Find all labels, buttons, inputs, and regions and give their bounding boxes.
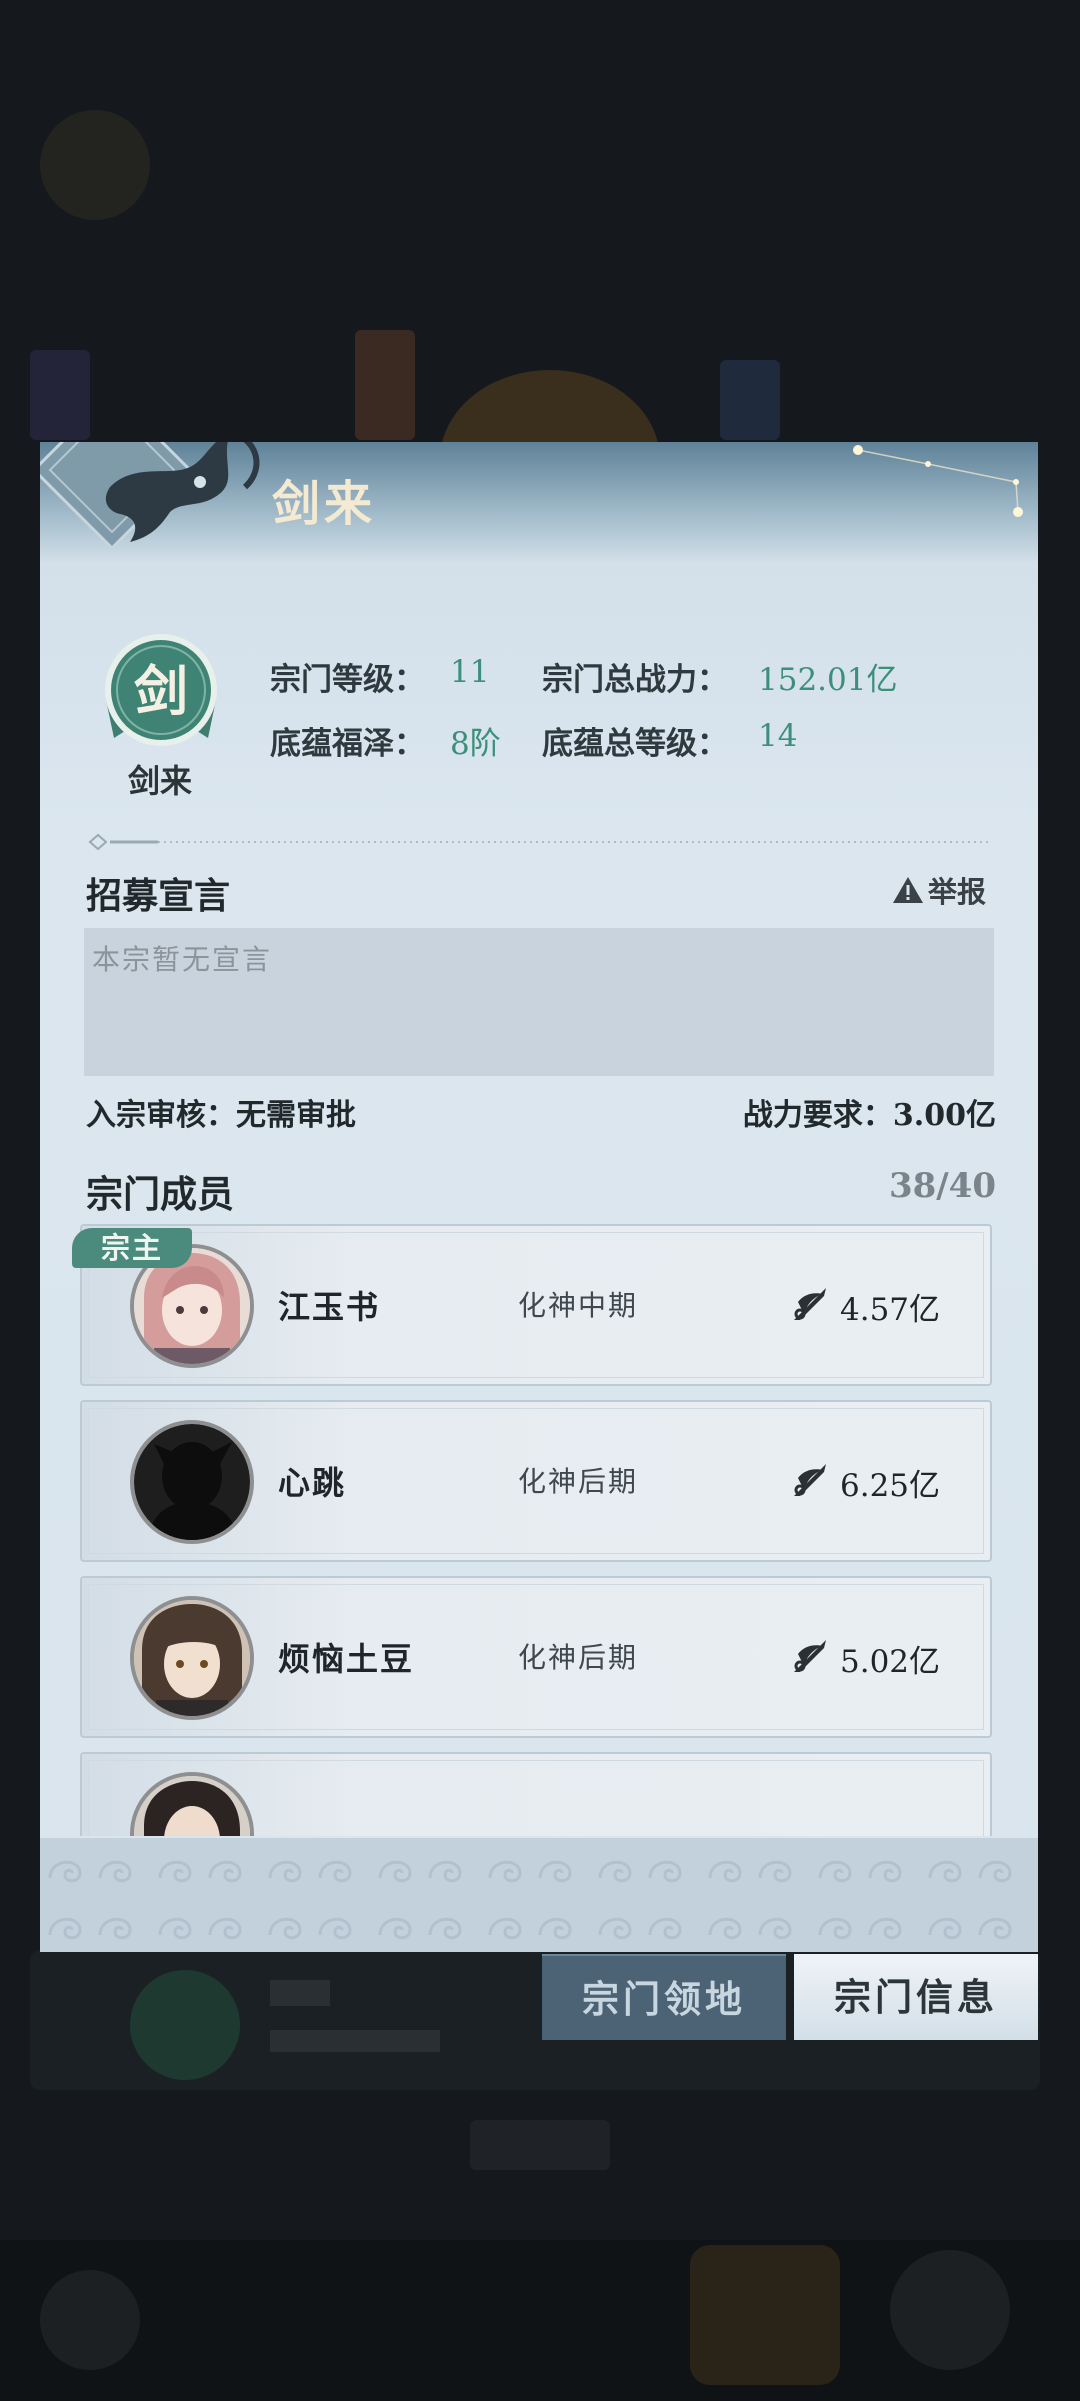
declaration-text: 本宗暂无宣言 — [92, 943, 273, 976]
member-power: 4.57亿 — [840, 1292, 941, 1328]
constellation-decoration — [853, 445, 1023, 517]
heritage-total-value: 14 — [758, 718, 798, 754]
heritage-value: 8阶 — [450, 726, 501, 762]
heritage-label: 底蕴福泽： — [270, 726, 425, 762]
bg-page-title — [40, 110, 300, 220]
sect-badge-char: 剑 — [134, 659, 188, 723]
level-value: 11 — [450, 654, 490, 690]
member-row[interactable]: 心跳 化神后期 6.25亿 — [80, 1400, 992, 1562]
sect-badge-name: 剑来 — [127, 762, 192, 800]
member-name: 心跳 — [278, 1464, 347, 1502]
sect-info-panel: 剑来 剑 剑来 宗门等级： 11 宗门总战力： 152.01亿 底蕴福泽： 8阶… — [40, 442, 1038, 1952]
member-row[interactable]: 江玉书 化神中期 4.57亿 — [80, 1224, 992, 1386]
review-requirement: 入宗审核：无需审批 — [86, 1098, 356, 1133]
power-requirement: 战力要求：3.00亿 — [742, 1098, 996, 1133]
combat-power-icon — [794, 1288, 826, 1320]
recruit-title: 招募宣言 — [86, 875, 231, 917]
panel-footer-pattern — [40, 1838, 1038, 1952]
member-row[interactable]: 烦恼土豆 化神后期 5.02亿 — [80, 1576, 992, 1738]
member-avatar[interactable] — [130, 1596, 254, 1720]
member-name: 江玉书 — [278, 1288, 381, 1326]
tab-sect-info[interactable]: 宗门信息 — [794, 1954, 1038, 2040]
cloud-pattern-decoration — [40, 1838, 1038, 1952]
warning-icon — [893, 877, 923, 903]
tab-sect-territory[interactable]: 宗门领地 — [542, 1954, 786, 2040]
member-avatar[interactable] — [130, 1420, 254, 1544]
leader-tag: 宗主 — [72, 1228, 192, 1268]
member-row[interactable] — [80, 1752, 992, 1836]
bg-banner-strip — [0, 330, 1080, 550]
bg-label — [470, 2120, 610, 2170]
member-portrait-icon — [134, 1600, 250, 1716]
heritage-total-label: 底蕴总等级： — [542, 726, 728, 762]
level-label: 宗门等级： — [270, 662, 425, 698]
member-realm: 化神中期 — [518, 1289, 639, 1322]
combat-power-icon — [794, 1464, 826, 1496]
total-power-value: 152.01亿 — [758, 662, 898, 698]
member-realm: 化神后期 — [518, 1641, 639, 1674]
report-button[interactable]: 举报 — [892, 870, 986, 910]
member-name: 烦恼土豆 — [278, 1640, 415, 1678]
members-count: 38/40 — [888, 1166, 996, 1206]
panel-title: 剑来 — [272, 476, 377, 532]
silhouette-avatar-icon — [134, 1424, 250, 1540]
report-label: 举报 — [928, 875, 987, 909]
sect-badge-icon: 剑 — [105, 634, 217, 746]
sect-emblem-icon — [40, 442, 260, 551]
combat-power-icon — [794, 1640, 826, 1672]
members-title: 宗门成员 — [86, 1172, 234, 1216]
member-list[interactable]: 江玉书 化神中期 4.57亿 心跳 化神后期 6.25亿 烦恼土豆 化神后期 5… — [80, 1224, 1000, 1836]
member-power: 6.25亿 — [840, 1468, 941, 1504]
section-divider — [88, 833, 988, 851]
member-realm: 化神后期 — [518, 1465, 639, 1498]
total-power-label: 宗门总战力： — [542, 662, 728, 698]
bg-bottom-bar — [0, 2240, 1080, 2401]
member-power: 5.02亿 — [840, 1644, 941, 1680]
